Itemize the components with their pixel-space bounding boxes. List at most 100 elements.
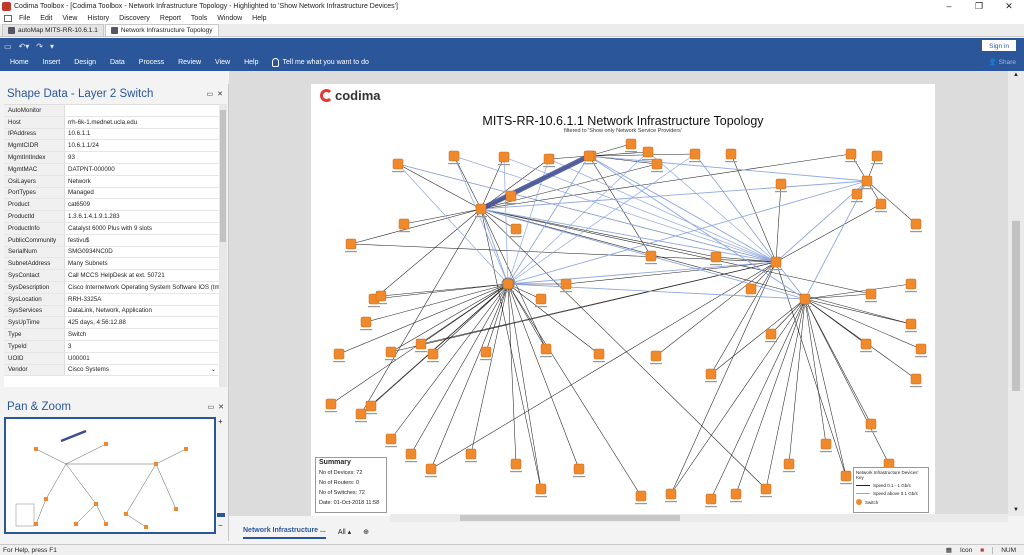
vertical-scrollbar[interactable]: ▲ ▼ <box>1008 71 1024 516</box>
shape-data-row[interactable]: SysUpTime 425 days, 4:56:12.88 <box>4 317 219 330</box>
tab-network-topology[interactable]: Network Infrastructure Topology <box>104 24 219 36</box>
menu-edit[interactable]: Edit <box>35 15 57 22</box>
minimize-button[interactable]: – <box>934 0 964 13</box>
shape-data-row[interactable]: Product cat6509 <box>4 199 219 212</box>
shape-data-row[interactable]: SysServices DataLink, Network, Applicatio… <box>4 305 219 318</box>
shape-data-row[interactable]: UOID U00001 <box>4 352 219 365</box>
shape-data-row[interactable]: PublicCommunity festivu$ <box>4 234 219 247</box>
scroll-thumb[interactable] <box>460 515 680 521</box>
property-value[interactable]: RRH-3325A <box>65 296 219 303</box>
property-value[interactable]: U00001 <box>65 355 219 362</box>
property-value[interactable]: 10.6.1.1 <box>65 130 219 137</box>
pane-close-icon[interactable]: ✕ <box>218 403 224 411</box>
shape-data-row[interactable]: SerialNum SMG0934NC0D <box>4 246 219 259</box>
property-value[interactable]: DataLink, Network, Application <box>65 307 219 314</box>
shape-data-row[interactable]: Type Switch <box>4 329 219 341</box>
menu-file[interactable]: File <box>14 15 35 22</box>
property-value[interactable]: cat6509 <box>65 201 219 208</box>
shape-data-row[interactable]: SysLocation RRH-3325A <box>4 293 219 306</box>
shape-data-row[interactable]: SubnetAddress Many Subnets <box>4 258 219 271</box>
menu-discovery[interactable]: Discovery <box>114 15 155 22</box>
shape-data-row[interactable]: Host rrh-6k-1.mednet.ucla.edu <box>4 116 219 129</box>
quick-access-toolbar: ▭ ↶▾ ↷ ▾ Sign in <box>0 38 1024 54</box>
summary-box: Summary No of Devices: 72 No of Routers:… <box>315 457 387 513</box>
property-value[interactable]: Call MCCS HelpDesk at ext. 50721 <box>65 272 219 279</box>
property-value[interactable]: Network <box>65 178 219 185</box>
document-icon[interactable] <box>4 15 12 22</box>
property-value[interactable]: Cisco Internetwork Operating System Soft… <box>65 284 219 291</box>
property-value[interactable]: 1.3.6.1.4.1.9.1.283 <box>65 213 219 220</box>
property-value[interactable]: festivu$ <box>65 237 219 244</box>
property-value[interactable]: Managed <box>65 189 219 196</box>
ribbon-tab-view[interactable]: View <box>208 54 237 71</box>
property-value[interactable]: 10.6.1.1/24 <box>65 142 219 149</box>
ribbon-tab-help[interactable]: Help <box>237 54 265 71</box>
property-value[interactable]: Cisco Systems <box>65 366 211 373</box>
page-tab-network-infrastructure[interactable]: Network Infrastructure ... <box>243 525 326 539</box>
ribbon-tab-process[interactable]: Process <box>132 54 171 71</box>
sign-in-button[interactable]: Sign in <box>982 40 1016 51</box>
menu-help[interactable]: Help <box>247 15 271 22</box>
property-value[interactable]: Catalyst 6000 Plus with 9 slots <box>65 225 219 232</box>
horizontal-scrollbar[interactable] <box>390 514 1008 522</box>
shape-data-row[interactable]: AutoMonitor <box>4 105 219 117</box>
menu-tools[interactable]: Tools <box>186 15 212 22</box>
shape-data-row[interactable]: SysDescription Cisco Internetwork Operati… <box>4 281 219 294</box>
menu-report[interactable]: Report <box>155 15 186 22</box>
tab-automap[interactable]: autoMap MITS-RR-10.6.1.1 <box>2 24 104 36</box>
property-value[interactable]: Switch <box>65 331 219 338</box>
ribbon-tab-design[interactable]: Design <box>67 54 103 71</box>
customize-icon[interactable]: ▾ <box>50 42 54 51</box>
pane-restore-icon[interactable]: ▭ <box>207 90 214 98</box>
shape-data-row[interactable]: ProductId 1.3.6.1.4.1.9.1.283 <box>4 211 219 223</box>
scroll-thumb[interactable] <box>220 110 226 242</box>
property-value[interactable]: 93 <box>65 154 219 161</box>
pane-restore-icon[interactable]: ▭ <box>208 403 215 411</box>
property-value[interactable]: 3 <box>65 343 219 350</box>
status-help-text: For Help, press F1 <box>3 546 57 554</box>
zoom-in-icon[interactable]: + <box>218 417 223 426</box>
save-icon[interactable]: ▭ <box>4 42 12 51</box>
property-value[interactable]: DATPNT-000000 <box>65 166 219 173</box>
shape-data-row[interactable]: MgmtCIDR 10.6.1.1/24 <box>4 140 219 153</box>
shape-data-row[interactable]: PortTypes Managed <box>4 187 219 200</box>
shape-data-row[interactable]: MgmtIntIndex 93 <box>4 152 219 164</box>
property-value[interactable]: rrh-6k-1.mednet.ucla.edu <box>65 119 219 126</box>
property-value[interactable]: Many Subnets <box>65 260 219 267</box>
shape-data-row[interactable]: Vendor Cisco Systems ⌄ <box>4 364 219 377</box>
ribbon-tab-insert[interactable]: Insert <box>36 54 68 71</box>
dropdown-chevron-icon[interactable]: ⌄ <box>211 366 216 373</box>
pan-zoom-preview[interactable] <box>4 417 216 534</box>
restore-button[interactable]: ❐ <box>964 0 994 13</box>
ribbon-tab-data[interactable]: Data <box>103 54 132 71</box>
ribbon-tab-review[interactable]: Review <box>171 54 208 71</box>
menu-history[interactable]: History <box>82 15 114 22</box>
shape-data-row[interactable]: OsiLayers Network <box>4 175 219 188</box>
diagram-page[interactable] <box>311 84 935 516</box>
ribbon-tab-home[interactable]: Home <box>3 54 36 71</box>
shape-data-row[interactable]: SysContact Call MCCS HelpDesk at ext. 507… <box>4 270 219 282</box>
undo-icon[interactable]: ↶▾ <box>19 42 30 51</box>
redo-icon[interactable]: ↷ <box>36 42 43 51</box>
scroll-thumb[interactable] <box>1012 221 1020 391</box>
scroll-down-icon[interactable]: ▼ <box>1013 507 1019 513</box>
shape-data-row[interactable]: TypeId 3 <box>4 340 219 353</box>
property-value[interactable]: SMG0934NC0D <box>65 248 219 255</box>
scroll-up-icon[interactable]: ▲ <box>1013 72 1019 78</box>
tell-me-search[interactable]: Tell me what you want to do <box>271 58 369 67</box>
menu-view[interactable]: View <box>57 15 82 22</box>
shape-data-scrollbar[interactable] <box>219 104 227 387</box>
zoom-out-icon[interactable]: − <box>218 521 223 530</box>
share-button[interactable]: 👤 Share <box>989 57 1016 68</box>
property-name: SysContact <box>4 270 65 281</box>
zoom-slider[interactable] <box>217 513 225 517</box>
add-page-icon[interactable]: ⊕ <box>363 528 369 536</box>
all-pages-button[interactable]: All ▴ <box>338 528 351 536</box>
property-value[interactable]: 425 days, 4:56:12.88 <box>65 319 219 326</box>
menu-window[interactable]: Window <box>212 15 247 22</box>
shape-data-row[interactable]: MgmtMAC DATPNT-000000 <box>4 163 219 176</box>
pane-close-icon[interactable]: ✕ <box>217 90 223 98</box>
shape-data-row[interactable]: ProductInfo Catalyst 6000 Plus with 9 slo… <box>4 222 219 235</box>
shape-data-row[interactable]: IPAddress 10.6.1.1 <box>4 128 219 141</box>
close-button[interactable]: ✕ <box>994 0 1024 13</box>
